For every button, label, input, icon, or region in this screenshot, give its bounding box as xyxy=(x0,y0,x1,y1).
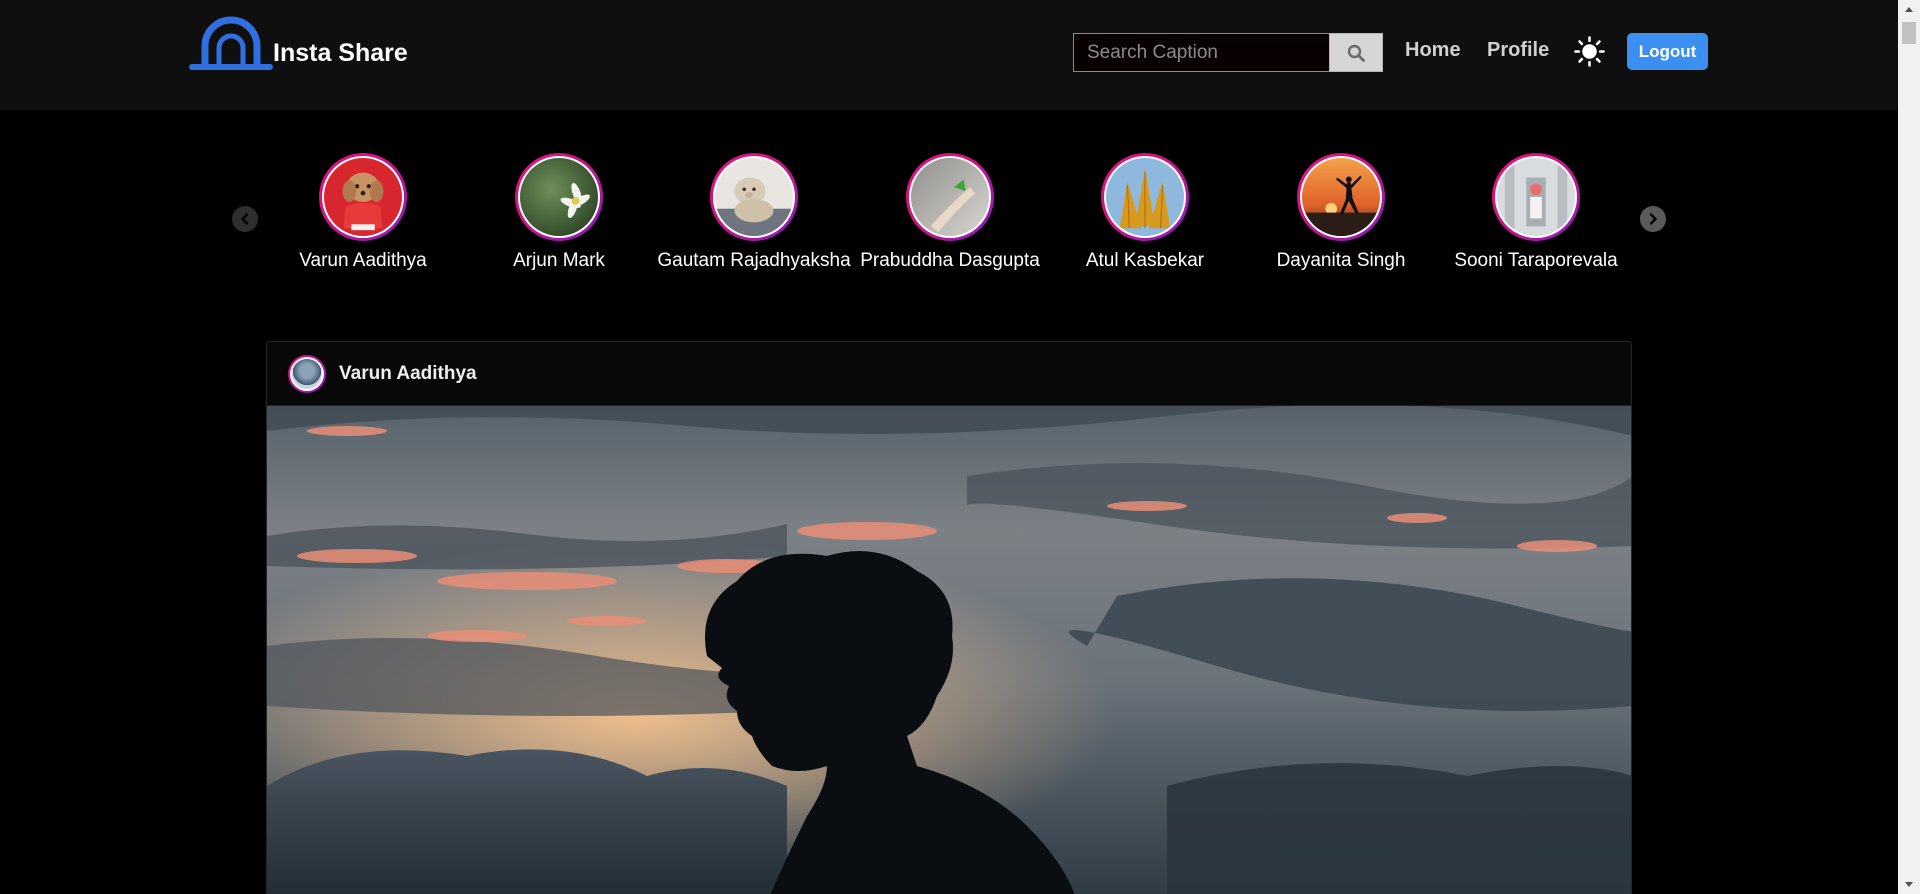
scroll-down-arrow[interactable] xyxy=(1898,876,1920,894)
story-avatar xyxy=(1106,158,1184,236)
story-avatar xyxy=(715,158,793,236)
story-name: Dayanita Singh xyxy=(1276,250,1406,271)
scroll-up-arrow[interactable] xyxy=(1898,0,1920,18)
story-avatar xyxy=(1497,158,1575,236)
search-button[interactable] xyxy=(1329,33,1383,72)
story-name: Arjun Mark xyxy=(513,250,605,271)
nav-home-link[interactable]: Home xyxy=(1405,39,1461,62)
app-header: Insta Share Home Profile Logout xyxy=(0,0,1898,110)
stories-prev-button[interactable] xyxy=(232,206,258,232)
story-name: Prabuddha Dasgupta xyxy=(860,250,1040,271)
stories-next-button[interactable] xyxy=(1640,206,1666,232)
story-ring xyxy=(1101,153,1189,241)
story-avatar xyxy=(324,158,402,236)
story-item[interactable]: Atul Kasbekar xyxy=(1047,153,1243,272)
story-item[interactable]: Gautam Rajadhyaksha xyxy=(656,153,852,272)
story-avatar xyxy=(911,158,989,236)
story-item[interactable]: Prabuddha Dasgupta xyxy=(852,153,1048,272)
story-ring xyxy=(710,153,798,241)
chevron-right-icon xyxy=(1649,213,1657,225)
search-bar xyxy=(1073,33,1383,72)
post-card: Varun Aadithya xyxy=(266,341,1632,894)
nav-profile-link[interactable]: Profile xyxy=(1487,39,1549,62)
story-ring xyxy=(319,153,407,241)
story-item[interactable]: Varun Aadithya xyxy=(265,153,461,272)
story-item[interactable]: Dayanita Singh xyxy=(1243,153,1439,272)
story-ring xyxy=(515,153,603,241)
story-item[interactable]: Sooni Taraporevala xyxy=(1438,153,1634,272)
post-image[interactable] xyxy=(267,406,1632,894)
story-ring xyxy=(1492,153,1580,241)
search-icon xyxy=(1347,44,1365,62)
insta-share-logo[interactable] xyxy=(189,14,273,72)
story-ring xyxy=(906,153,994,241)
story-name: Atul Kasbekar xyxy=(1085,250,1205,271)
chevron-left-icon xyxy=(241,213,249,225)
post-header: Varun Aadithya xyxy=(267,342,1631,406)
page-scrollbar[interactable] xyxy=(1898,0,1920,894)
post-avatar[interactable] xyxy=(288,354,326,393)
search-input[interactable] xyxy=(1073,33,1329,72)
story-avatar xyxy=(1302,158,1380,236)
logout-button[interactable]: Logout xyxy=(1627,33,1708,70)
story-name: Gautam Rajadhyaksha xyxy=(657,250,851,271)
sun-icon[interactable] xyxy=(1574,36,1605,67)
story-avatar xyxy=(520,158,598,236)
story-name: Sooni Taraporevala xyxy=(1454,250,1618,271)
story-name: Varun Aadithya xyxy=(299,250,427,271)
story-item[interactable]: Arjun Mark xyxy=(461,153,657,272)
scroll-thumb[interactable] xyxy=(1902,22,1916,44)
story-ring xyxy=(1297,153,1385,241)
post-username[interactable]: Varun Aadithya xyxy=(339,363,477,385)
brand-title[interactable]: Insta Share xyxy=(273,39,408,68)
